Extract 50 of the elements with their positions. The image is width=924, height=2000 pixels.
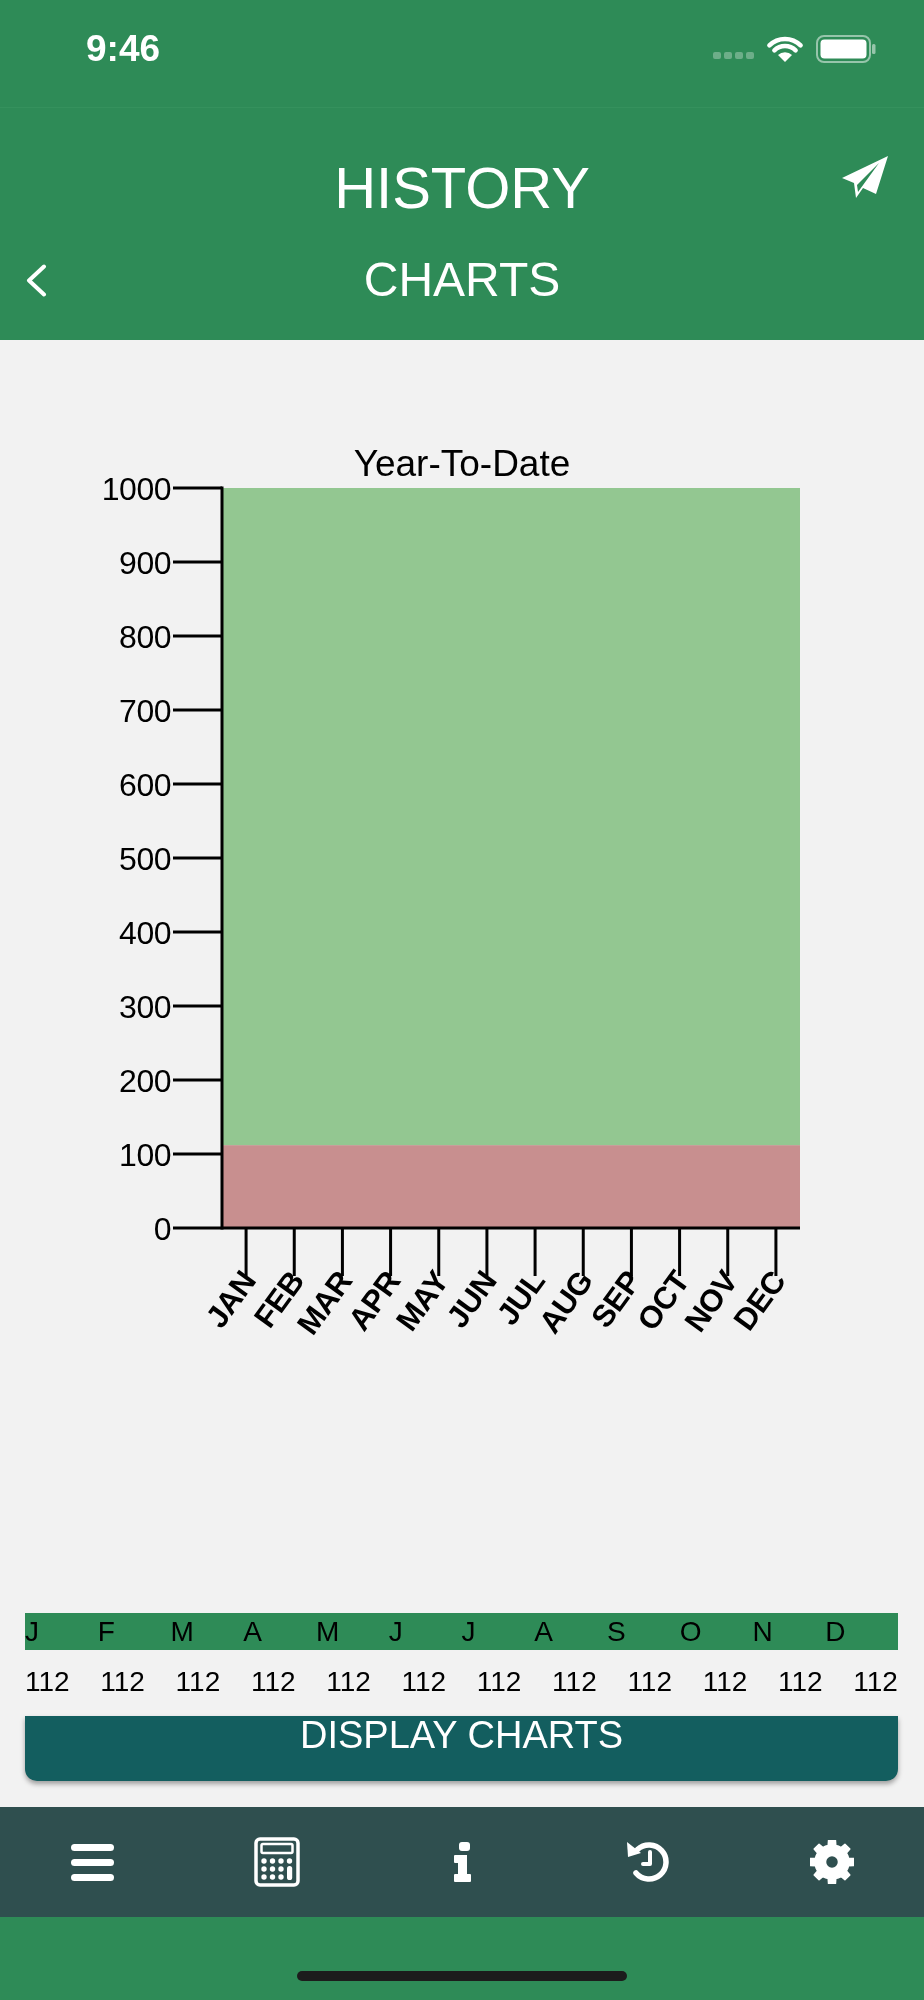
column-header: D [825, 1616, 847, 1647]
y-axis-label: 300 [119, 988, 171, 1025]
wifi-icon [766, 34, 804, 63]
y-axis-label: 1000 [101, 470, 171, 507]
header-subtitle: CHARTS [362, 256, 562, 304]
chart-title: Year-To-Date [353, 443, 571, 484]
y-axis-label: 0 [153, 1210, 171, 1247]
table-cell: 112 [552, 1667, 597, 1697]
column-header: F [97, 1616, 116, 1647]
table-cell: 112 [25, 1667, 70, 1697]
y-axis-label: 100 [119, 1136, 171, 1173]
table-cell: 112 [175, 1667, 221, 1697]
column-header: N [752, 1616, 774, 1647]
column-header: J [388, 1616, 404, 1647]
column-header: A [534, 1616, 554, 1647]
y-axis-label: 600 [119, 766, 171, 803]
table-cell: 112 [627, 1667, 672, 1697]
info-icon[interactable] [453, 1842, 471, 1882]
battery-icon [816, 34, 876, 63]
column-header: J [461, 1616, 477, 1647]
table-cell: 112 [250, 1667, 296, 1697]
table-cell: 112 [777, 1667, 823, 1697]
chevron-left-icon[interactable] [25, 263, 47, 297]
table-cell: 112 [702, 1667, 748, 1697]
y-axis-label: 800 [119, 618, 171, 655]
table-cell: 112 [326, 1667, 371, 1697]
y-axis-label: 200 [119, 1062, 171, 1099]
paper-plane-icon[interactable] [841, 156, 889, 199]
y-axis-label: 900 [119, 544, 171, 581]
signal-icon [713, 52, 754, 59]
display-charts-button[interactable]: DISPLAY CHARTS [25, 1716, 898, 1781]
column-header: A [243, 1616, 263, 1647]
column-header: J [25, 1616, 40, 1647]
settings-icon[interactable] [809, 1840, 854, 1884]
table-cell: 112 [476, 1667, 522, 1697]
table-cell: 112 [853, 1667, 898, 1697]
y-axis-label: 400 [119, 914, 171, 951]
header-title: HISTORY [334, 159, 590, 217]
table-cell: 112 [100, 1667, 145, 1697]
y-axis-label: 500 [119, 840, 171, 877]
y-axis-label: 700 [119, 692, 171, 729]
menu-icon[interactable] [70, 1843, 114, 1881]
table-cell: 112 [401, 1667, 447, 1697]
status-time: 9:46 [86, 30, 161, 67]
history-icon[interactable] [624, 1839, 669, 1885]
column-header: S [607, 1616, 627, 1647]
column-header: O [679, 1616, 703, 1647]
column-header: M [170, 1616, 195, 1647]
column-header: M [316, 1616, 341, 1647]
calculator-icon[interactable] [254, 1837, 301, 1887]
